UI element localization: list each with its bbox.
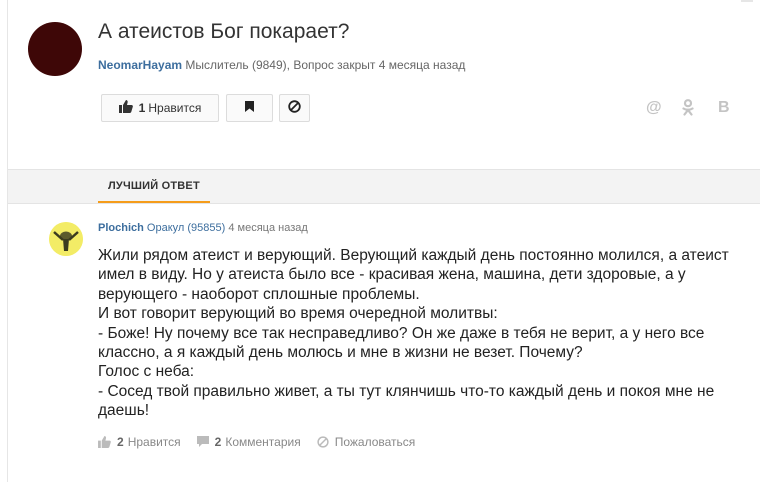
tab-best-answer[interactable]: ЛУЧШИЙ ОТВЕТ — [98, 170, 210, 203]
comment-icon — [196, 436, 209, 448]
answer-author-link[interactable]: Plochich — [98, 222, 144, 234]
block-icon — [317, 436, 329, 448]
answer-like-button[interactable]: 2 Нравится — [98, 435, 181, 449]
question-meta: NeomarHayam Мыслитель (9849), Вопрос зак… — [98, 58, 465, 72]
answer-author-rank: Оракул (95855) — [146, 222, 226, 234]
block-button[interactable] — [279, 94, 310, 122]
page-border-corner — [741, 0, 753, 2]
answer-line: И вот говорит верующий во время очередно… — [98, 305, 498, 323]
answer-report-label: Пожаловаться — [334, 435, 416, 449]
answer-line: верующего - наоборот сплошные проблемы. — [98, 285, 420, 303]
answer-line: - Боже! Ну почему все так несправедливо?… — [98, 324, 705, 342]
share-odnoklassniki-icon[interactable] — [682, 99, 694, 121]
answer-meta: Plochich Оракул (95855) 4 месяца назад — [98, 222, 308, 234]
answer-line: классно, а я каждый день молюсь и мне в … — [98, 344, 583, 362]
like-label: Нравится — [148, 101, 202, 115]
question-author-rank: Мыслитель (9849), — [185, 58, 290, 72]
page-border — [7, 0, 8, 482]
answer-comments-label: Комментария — [225, 435, 301, 449]
answer-line: имел в виду. Но у атеиста было все - кра… — [98, 266, 686, 284]
answer-line: Жили рядом атеист и верующий. Верующий к… — [98, 247, 729, 264]
answer-text: Жили рядом атеист и верующий. Верующий к… — [98, 246, 758, 421]
answer-like-label: Нравится — [127, 435, 181, 449]
question-author-avatar[interactable] — [28, 22, 82, 76]
bookmark-icon — [245, 101, 254, 115]
answer-report-button[interactable]: Пожаловаться — [317, 435, 416, 449]
thumbs-up-icon — [118, 100, 133, 116]
answer-time: 4 месяца назад — [228, 222, 308, 234]
thumbs-up-icon — [98, 436, 111, 448]
answer-author-avatar[interactable] — [49, 222, 83, 256]
best-answer-bar: ЛУЧШИЙ ОТВЕТ — [8, 170, 760, 204]
answer-comments-button[interactable]: 2 Комментария — [196, 435, 301, 449]
answer-line: - Сосед твой правильно живет, а ты тут к… — [98, 382, 715, 400]
share-email-icon[interactable]: @ — [646, 99, 662, 117]
answer-line: Голос с неба: — [98, 363, 195, 381]
block-icon — [288, 100, 301, 116]
share-vk-icon[interactable]: B — [718, 99, 730, 117]
answer-comments-count: 2 — [214, 435, 222, 449]
bookmark-button[interactable] — [226, 94, 273, 122]
answer-actions: 2 Нравится 2 Комментария Пожаловаться — [98, 435, 431, 449]
like-count: 1 — [138, 101, 146, 115]
question-author-link[interactable]: NeomarHayam — [98, 58, 182, 72]
question-status: Вопрос закрыт 4 месяца назад — [293, 58, 466, 72]
question-title: А атеистов Бог покарает? — [98, 20, 350, 43]
like-button[interactable]: 1 Нравится — [101, 94, 219, 122]
answer-line: даешь! — [98, 402, 150, 420]
answer-like-count: 2 — [117, 435, 124, 449]
